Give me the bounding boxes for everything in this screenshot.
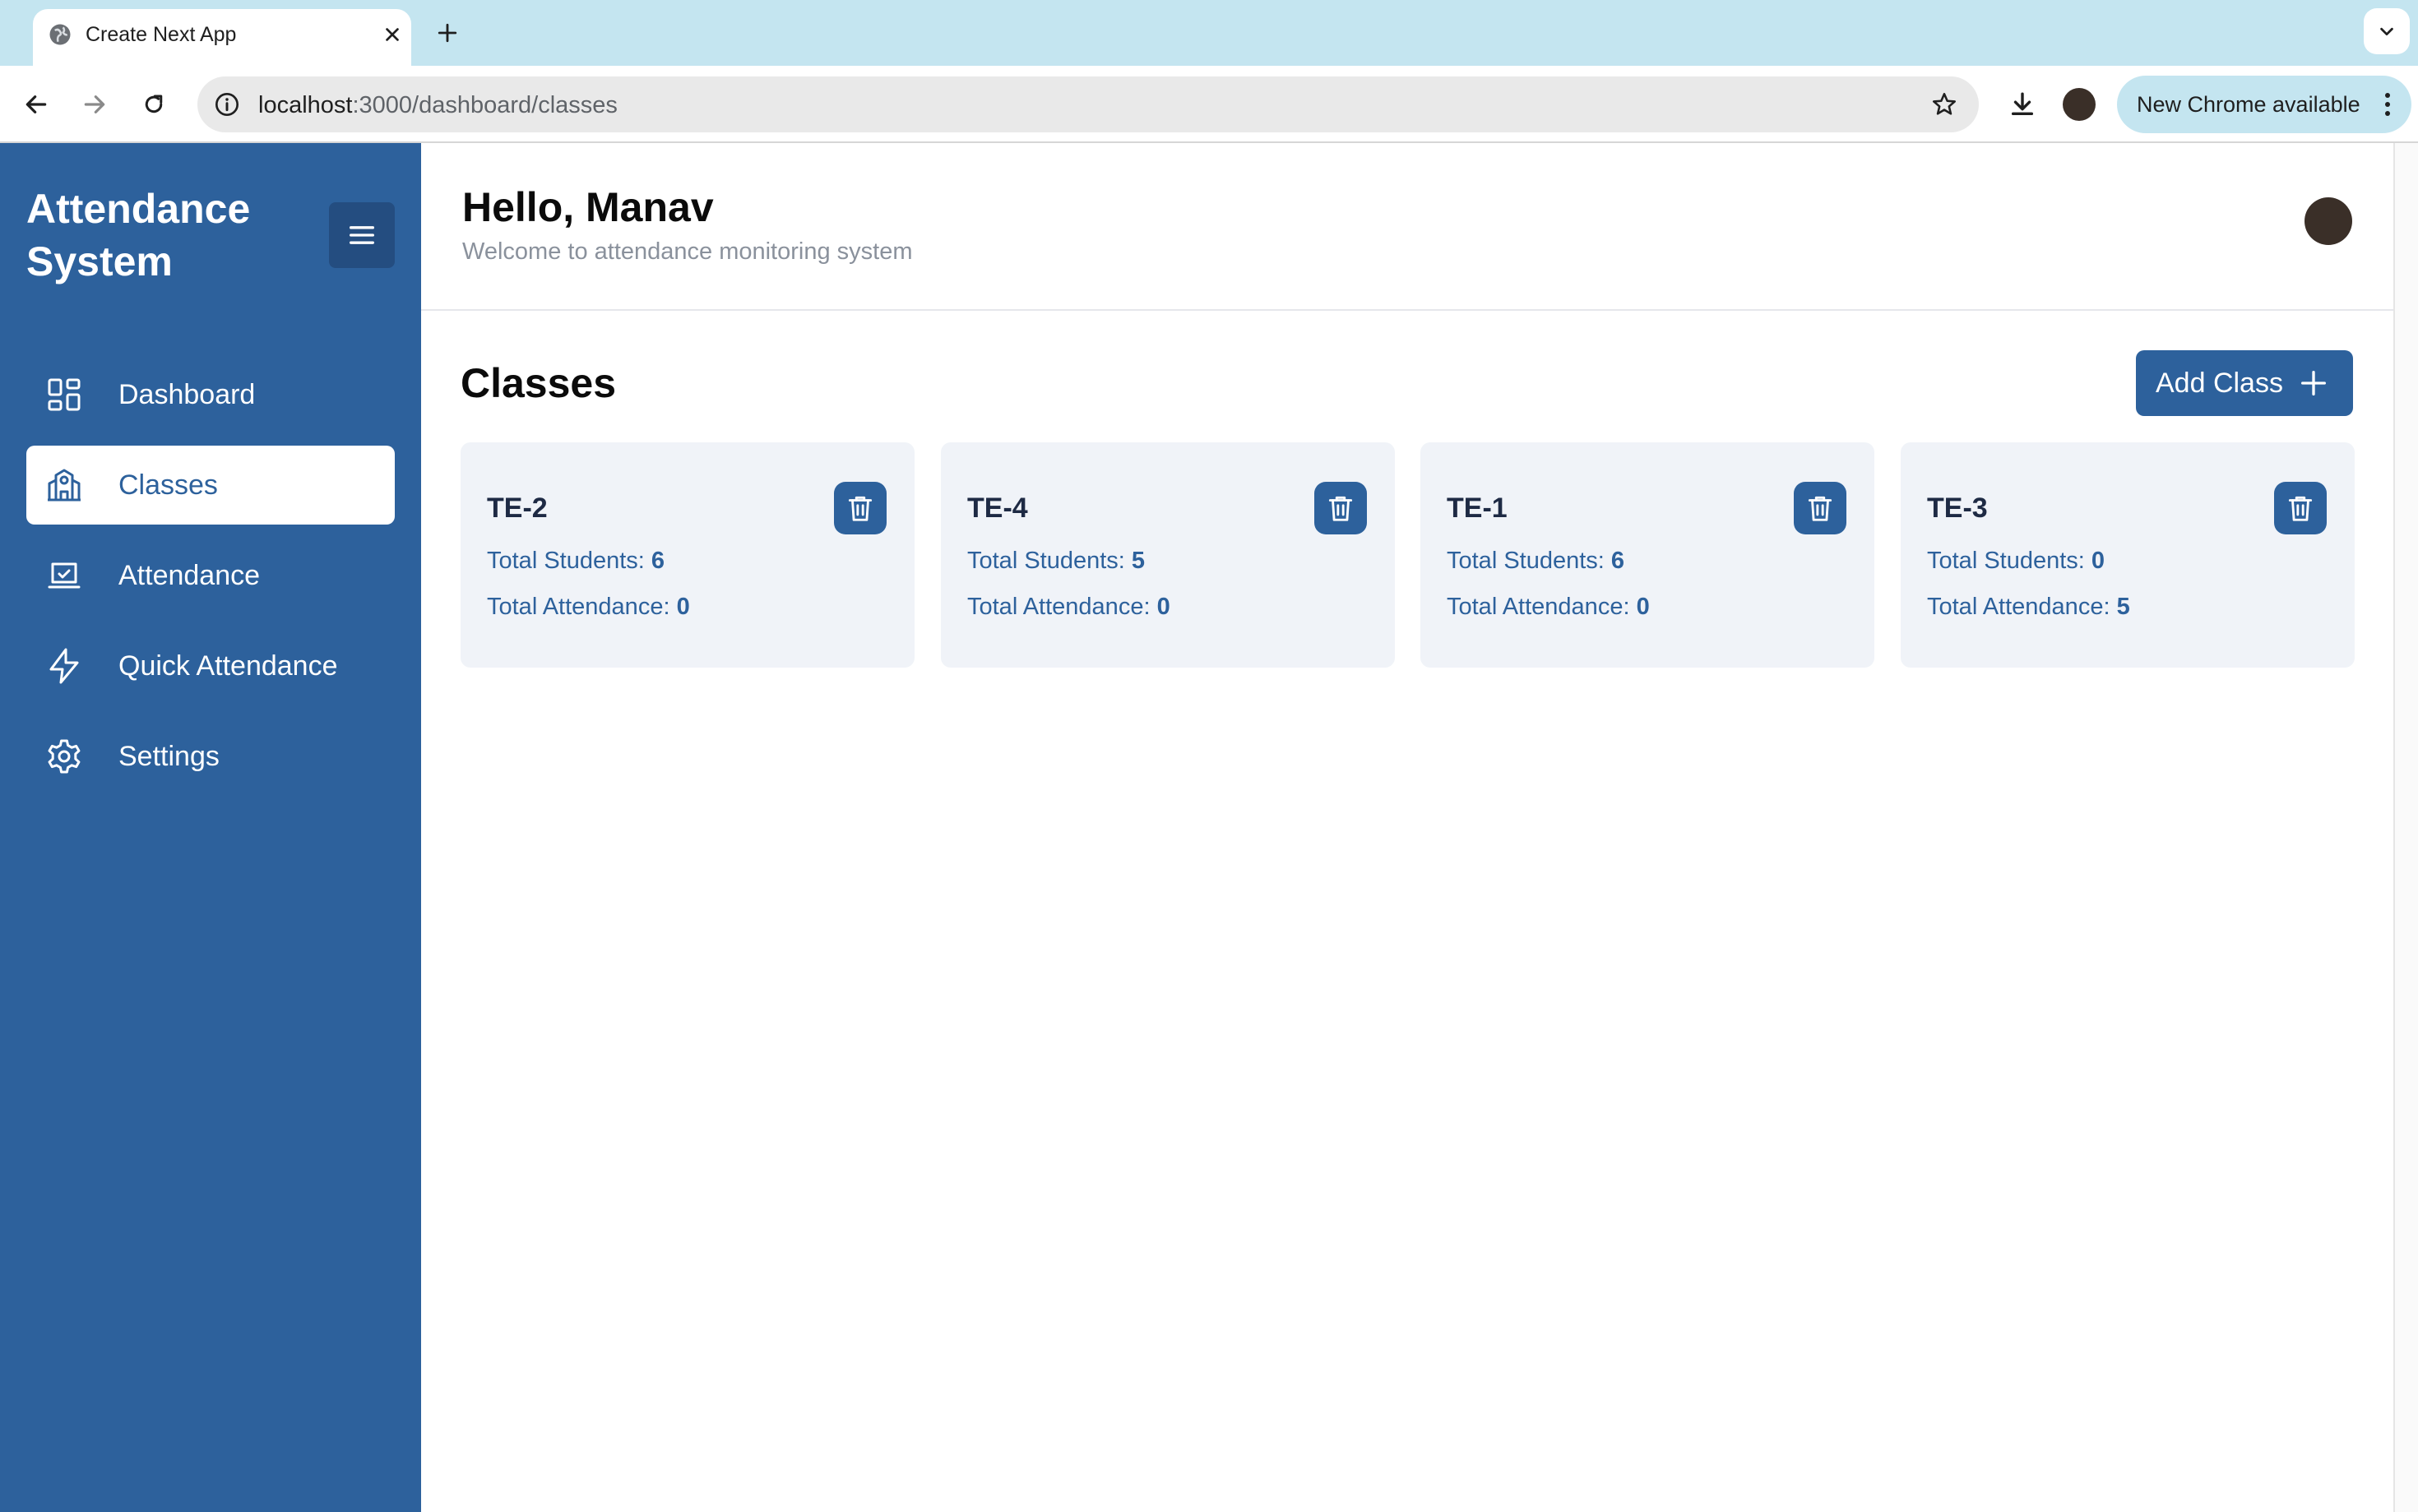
sidebar-item-label: Settings (118, 741, 220, 772)
dashboard-grid-icon (48, 378, 81, 411)
total-students-value: 0 (2091, 548, 2105, 574)
tab-search-chevron-down-icon[interactable] (2364, 8, 2410, 54)
url-host: localhost (258, 92, 353, 118)
total-students-label: Total Students: (487, 548, 651, 574)
class-card[interactable]: TE-4 Total Students: 5 Total Attendance:… (941, 442, 1395, 668)
class-card[interactable]: TE-3 Total Students: 0 Total Attendance:… (1901, 442, 2355, 668)
total-students-value: 6 (651, 548, 665, 574)
app-title: Attendance System (26, 186, 251, 284)
browser-tab[interactable]: Create Next App (33, 9, 411, 69)
update-label: New Chrome available (2137, 92, 2360, 117)
add-class-label: Add Class (2156, 368, 2283, 399)
class-name: TE-4 (967, 492, 1028, 524)
total-students: Total Students: 5 (967, 546, 1145, 576)
total-students-value: 5 (1131, 548, 1146, 574)
tab-title: Create Next App (86, 23, 237, 46)
url-text: localhost:3000/dashboard/classes (258, 92, 618, 118)
greeting-title: Hello, Manav (462, 184, 714, 230)
total-students: Total Students: 6 (1447, 546, 1624, 576)
sidebar: Attendance System Dashboard Classes Atte… (0, 143, 421, 1512)
welcome-subtitle: Welcome to attendance monitoring system (462, 238, 913, 265)
plus-icon (2301, 371, 2326, 395)
total-students: Total Students: 6 (487, 546, 665, 576)
browser-profile-avatar[interactable] (2063, 88, 2096, 121)
user-avatar[interactable] (2305, 197, 2352, 245)
globe-icon (49, 24, 71, 45)
sidebar-item-label: Classes (118, 469, 218, 501)
page-title: Classes (461, 360, 617, 406)
sidebar-item-label: Attendance (118, 560, 261, 591)
sidebar-item-label: Dashboard (118, 379, 256, 410)
total-students-value: 6 (1610, 548, 1625, 574)
total-attendance-value: 0 (1156, 594, 1170, 620)
browser-tab-strip: Create Next App (0, 0, 2418, 69)
class-name: TE-3 (1927, 492, 1988, 524)
sidebar-item-classes[interactable]: Classes (26, 446, 395, 525)
new-tab-plus-icon[interactable] (430, 16, 465, 50)
tab-close-icon[interactable] (377, 19, 408, 50)
trash-icon[interactable] (834, 482, 887, 534)
total-attendance-label: Total Attendance: (967, 594, 1157, 620)
total-attendance-label: Total Attendance: (487, 594, 677, 620)
url-path: :3000/dashboard/classes (352, 92, 618, 118)
add-class-button[interactable]: Add Class (2136, 350, 2353, 416)
total-attendance: Total Attendance: 0 (487, 592, 690, 622)
class-name: TE-1 (1447, 492, 1508, 524)
back-arrow-icon[interactable] (16, 84, 57, 125)
address-bar[interactable]: localhost:3000/dashboard/classes (197, 76, 1979, 132)
class-card[interactable]: TE-2 Total Students: 6 Total Attendance:… (461, 442, 915, 668)
total-attendance-value: 5 (2116, 594, 2130, 620)
school-building-icon (48, 469, 81, 502)
total-students: Total Students: 0 (1927, 546, 2105, 576)
sidebar-item-label: Quick Attendance (118, 650, 338, 682)
total-attendance-value: 0 (1636, 594, 1650, 620)
total-attendance-label: Total Attendance: (1447, 594, 1637, 620)
sidebar-item-settings[interactable]: Settings (26, 717, 395, 796)
sidebar-item-quick-attendance[interactable]: Quick Attendance (26, 627, 395, 705)
trash-icon[interactable] (1794, 482, 1846, 534)
laptop-check-icon (48, 562, 81, 589)
hamburger-menu-icon[interactable] (329, 202, 395, 268)
lightning-bolt-icon (49, 648, 79, 684)
site-info-icon[interactable] (211, 88, 243, 121)
sidebar-item-attendance[interactable]: Attendance (26, 536, 395, 615)
total-students-label: Total Students: (967, 548, 1132, 574)
trash-icon[interactable] (2274, 482, 2327, 534)
class-card[interactable]: TE-1 Total Students: 6 Total Attendance:… (1420, 442, 1874, 668)
total-attendance: Total Attendance: 5 (1927, 592, 2130, 622)
total-attendance: Total Attendance: 0 (967, 592, 1170, 622)
bookmark-star-icon[interactable] (1926, 86, 1962, 123)
page-header: Hello, Manav Welcome to attendance monit… (421, 143, 2393, 311)
page-scrollbar[interactable] (2393, 143, 2418, 1512)
forward-arrow-icon[interactable] (74, 84, 115, 125)
gear-icon (48, 739, 81, 774)
total-students-label: Total Students: (1447, 548, 1611, 574)
total-attendance: Total Attendance: 0 (1447, 592, 1650, 622)
total-students-label: Total Students: (1927, 548, 2091, 574)
sidebar-item-dashboard[interactable]: Dashboard (26, 355, 395, 434)
reload-icon[interactable] (133, 84, 174, 125)
main-content: Hello, Manav Welcome to attendance monit… (421, 143, 2393, 1512)
total-attendance-value: 0 (676, 594, 690, 620)
browser-toolbar: localhost:3000/dashboard/classes New Chr… (0, 66, 2418, 143)
trash-icon[interactable] (1314, 482, 1367, 534)
total-attendance-label: Total Attendance: (1927, 594, 2117, 620)
class-name: TE-2 (487, 492, 548, 524)
download-icon[interactable] (2002, 84, 2043, 125)
chrome-update-button[interactable]: New Chrome available (2117, 76, 2411, 133)
kebab-menu-icon[interactable] (2375, 88, 2400, 121)
